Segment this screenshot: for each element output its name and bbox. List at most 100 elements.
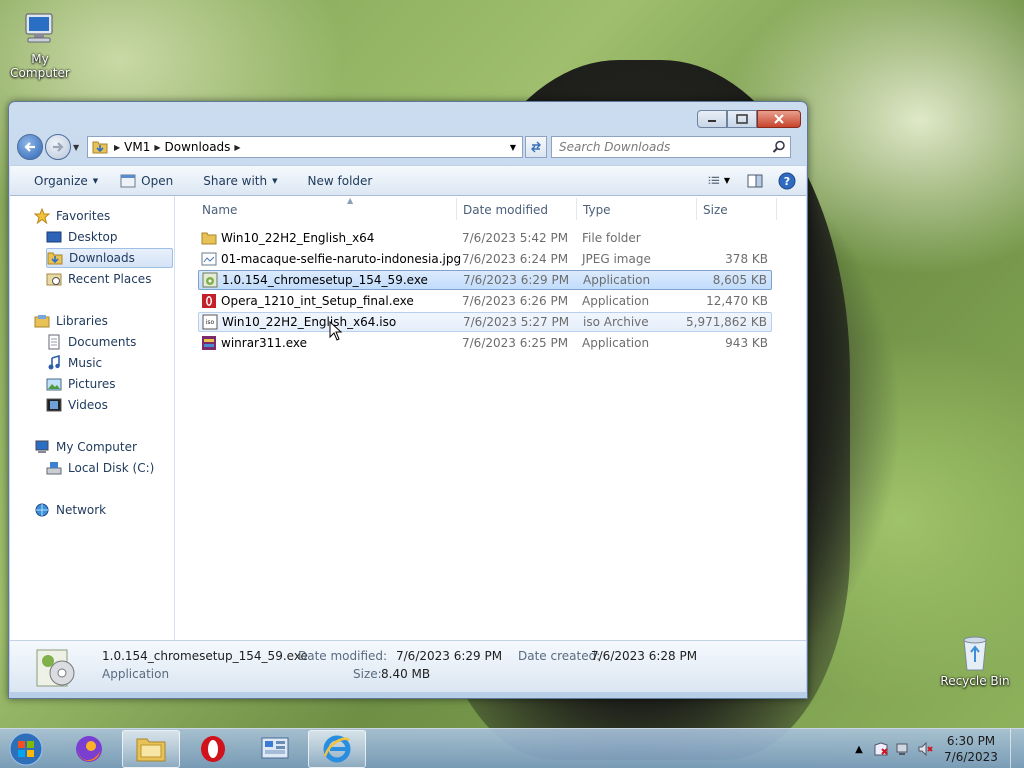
column-divider[interactable]: [576, 198, 577, 220]
taskbar-control-panel[interactable]: [246, 730, 304, 768]
column-header-name[interactable]: ▲ Name: [202, 196, 452, 222]
preview-pane-button[interactable]: [744, 171, 766, 191]
pictures-icon: [46, 376, 62, 392]
column-header-size[interactable]: Size: [703, 198, 773, 222]
nav-music[interactable]: Music: [46, 353, 102, 373]
nav-local-disk[interactable]: Local Disk (C:): [46, 458, 154, 478]
computer-icon: [34, 439, 50, 455]
svg-text:?: ?: [784, 175, 790, 188]
system-tray: ▲ 6:30 PM 7/6/2023: [848, 729, 1024, 768]
computer-icon: [25, 13, 53, 43]
nav-network[interactable]: Network: [34, 500, 106, 520]
folder-icon: [201, 230, 217, 246]
file-name: 1.0.154_chromesetup_154_59.exe: [222, 273, 428, 287]
command-bar: Organize ▼ Open Share with ▼ New folder …: [10, 165, 806, 196]
action-center-icon[interactable]: [872, 740, 890, 758]
desktop-icon-my-computer[interactable]: My Computer: [0, 10, 80, 80]
taskbar-explorer[interactable]: [122, 730, 180, 768]
address-history-dropdown[interactable]: ▼: [506, 137, 520, 157]
share-with-label: Share with: [203, 173, 268, 188]
breadcrumb-chevron-icon[interactable]: ▶: [154, 143, 160, 152]
nav-label: Music: [68, 356, 103, 370]
share-with-button[interactable]: Share with ▼: [195, 166, 285, 195]
taskbar-internet-explorer[interactable]: [308, 730, 366, 768]
details-date-modified-label: Date modified:: [298, 649, 388, 663]
nav-downloads[interactable]: Downloads: [46, 248, 173, 268]
breadcrumb-chevron-icon[interactable]: ▶: [234, 143, 240, 152]
view-controls: ▼ ?: [700, 171, 806, 191]
nav-favorites[interactable]: Favorites: [34, 206, 110, 226]
star-icon: [34, 208, 50, 224]
new-folder-label: New folder: [307, 173, 373, 188]
breadcrumb-vm1[interactable]: VM1: [124, 140, 150, 154]
restore-button[interactable]: [727, 110, 757, 128]
change-view-button[interactable]: ▼: [708, 171, 730, 191]
address-bar[interactable]: ▶ VM1 ▶ Downloads ▶ ▼: [87, 136, 523, 158]
column-divider[interactable]: [696, 198, 697, 220]
back-arrow-icon: [24, 142, 35, 152]
file-date: 7/6/2023 6:25 PM: [462, 336, 569, 350]
nav-label: Documents: [68, 335, 137, 349]
music-icon: [46, 355, 62, 371]
breadcrumb-chevron-icon[interactable]: ▶: [114, 143, 120, 152]
organize-button[interactable]: Organize ▼: [26, 166, 106, 195]
file-date: 7/6/2023 6:26 PM: [462, 294, 569, 308]
taskbar-firefox[interactable]: [60, 730, 118, 768]
recent-pages-dropdown[interactable]: ▼: [73, 143, 83, 152]
file-row[interactable]: 01-macaque-selfie-naruto-indonesia.jpg 7…: [198, 249, 772, 269]
forward-arrow-icon: [53, 142, 64, 152]
show-hidden-icons-button[interactable]: ▲: [850, 740, 868, 758]
minimize-icon: [708, 120, 716, 122]
nav-documents[interactable]: Documents: [46, 332, 136, 352]
open-button[interactable]: Open: [112, 166, 181, 195]
nav-pictures[interactable]: Pictures: [46, 374, 116, 394]
nav-recent-places[interactable]: Recent Places: [46, 269, 151, 289]
refresh-icon: [531, 141, 541, 153]
minimize-button[interactable]: [697, 110, 727, 128]
chevron-down-icon[interactable]: ▼: [724, 176, 730, 185]
nav-label: Videos: [68, 398, 108, 412]
file-size: 5,971,862 KB: [686, 315, 767, 329]
show-desktop-button[interactable]: [1010, 729, 1024, 768]
column-divider[interactable]: [456, 198, 457, 220]
forward-button[interactable]: [45, 134, 71, 160]
back-button[interactable]: [17, 134, 43, 160]
desktop-icon-recycle-bin[interactable]: Recycle Bin: [935, 632, 1015, 688]
start-button[interactable]: [4, 731, 48, 767]
file-row[interactable]: winrar311.exe 7/6/2023 6:25 PM Applicati…: [198, 333, 772, 353]
column-header-date[interactable]: Date modified: [463, 198, 573, 222]
help-button[interactable]: ?: [776, 171, 798, 191]
nav-videos[interactable]: Videos: [46, 395, 108, 415]
breadcrumb-downloads[interactable]: Downloads: [165, 140, 231, 154]
firefox-icon: [76, 736, 102, 762]
refresh-button[interactable]: [525, 136, 547, 158]
network-status-icon[interactable]: [894, 740, 912, 758]
column-header-type[interactable]: Type: [583, 198, 693, 222]
file-size: 12,470 KB: [706, 294, 768, 308]
nav-label: Network: [56, 503, 107, 517]
close-button[interactable]: [757, 110, 801, 128]
desktop-icon-label: Recycle Bin: [940, 674, 1010, 688]
volume-muted-icon[interactable]: [916, 740, 934, 758]
nav-label: Desktop: [68, 230, 118, 244]
file-row[interactable]: Opera_1210_int_Setup_final.exe 7/6/2023 …: [198, 291, 772, 311]
file-list-pane: ▲ Name Date modified Type Size Win10_22H…: [176, 196, 806, 640]
file-row[interactable]: Win10_22H2_English_x64 7/6/2023 5:42 PM …: [198, 228, 772, 248]
file-row[interactable]: iso Win10_22H2_English_x64.iso 7/6/2023 …: [198, 312, 772, 332]
nav-desktop[interactable]: Desktop: [46, 227, 118, 247]
details-type: Application: [102, 667, 170, 681]
nav-libraries[interactable]: Libraries: [34, 311, 108, 331]
hard-drive-icon: [46, 460, 62, 476]
clock[interactable]: 6:30 PM 7/6/2023: [936, 733, 1006, 765]
details-filename: 1.0.154_chromesetup_154_59.exe: [102, 649, 308, 663]
nav-my-computer[interactable]: My Computer: [34, 437, 137, 457]
search-icon[interactable]: [772, 140, 786, 154]
taskbar-opera[interactable]: [184, 730, 242, 768]
column-divider[interactable]: [776, 198, 777, 220]
file-row[interactable]: 1.0.154_chromesetup_154_59.exe 7/6/2023 …: [198, 270, 772, 290]
new-folder-button[interactable]: New folder: [300, 166, 381, 195]
libraries-icon: [34, 313, 50, 329]
search-input[interactable]: Search Downloads: [551, 136, 791, 158]
nav-label: Downloads: [69, 251, 135, 265]
explorer-window[interactable]: ▼ ▶ VM1 ▶ Downloads ▶ ▼ Search Downloads: [8, 101, 808, 699]
